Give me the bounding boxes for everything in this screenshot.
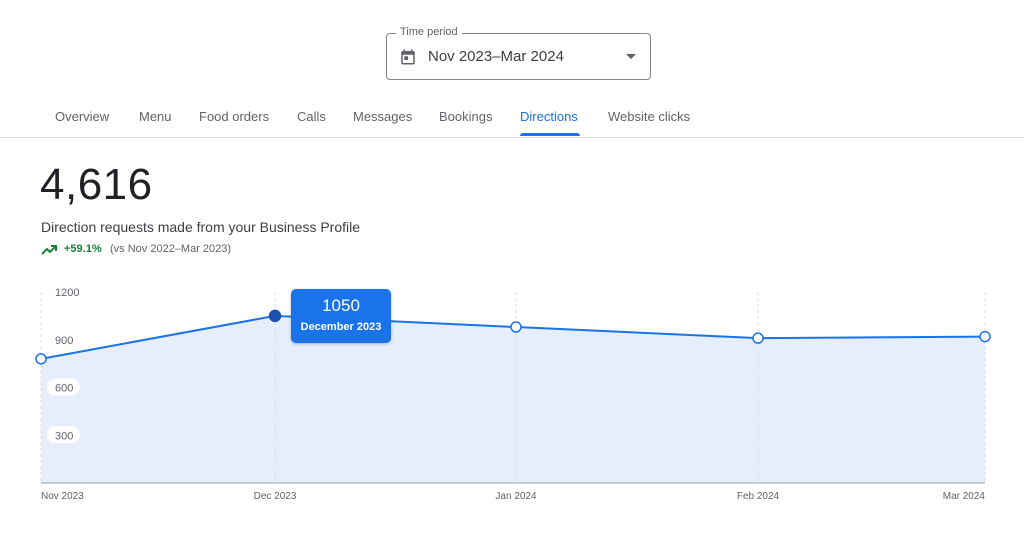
tab-bookings[interactable]: Bookings: [439, 109, 492, 124]
metric-description: Direction requests made from your Busine…: [41, 219, 361, 235]
chart-tooltip: 1050 December 2023: [291, 289, 391, 343]
time-period-select[interactable]: Time period Nov 2023–Mar 2024: [386, 26, 651, 80]
time-period-value: Nov 2023–Mar 2024: [428, 48, 564, 65]
tab-messages[interactable]: Messages: [353, 109, 412, 124]
x-tick-label-1: Dec 2023: [254, 491, 297, 502]
calendar-icon: [401, 49, 415, 65]
chevron-down-icon[interactable]: [626, 54, 636, 59]
tab-directions[interactable]: Directions: [520, 109, 578, 124]
x-tick-label-4: Mar 2024: [943, 491, 986, 502]
tab-website-clicks[interactable]: Website clicks: [608, 109, 690, 124]
x-tick-label-2: Jan 2024: [495, 491, 537, 502]
tooltip-label: December 2023: [300, 321, 382, 333]
x-tick-label-0: Nov 2023: [41, 491, 84, 502]
y-tick-label-900: 900: [55, 335, 73, 347]
y-tick-label-300: 300: [55, 430, 73, 442]
data-point-2: [510, 321, 522, 333]
directions-chart: 300 600 900 1200 Nov 2023 Dec 2023 Jan 2024 Feb…: [35, 283, 991, 502]
metric-comparison: (vs Nov 2022–Mar 2023): [110, 243, 232, 255]
chart-area: [41, 315, 985, 483]
data-point-0: [35, 353, 47, 365]
x-tick-label-3: Feb 2024: [737, 491, 780, 502]
y-tick-label-1200: 1200: [55, 287, 79, 299]
trending-up-icon: [41, 245, 57, 255]
tab-food-orders[interactable]: Food orders: [199, 109, 269, 124]
tab-overview[interactable]: Overview: [55, 109, 109, 124]
data-point-1: [268, 309, 282, 323]
data-point-4: [979, 330, 991, 343]
tab-calls[interactable]: Calls: [297, 109, 326, 124]
metric-total: 4,616: [40, 160, 153, 209]
tooltip-value: 1050: [322, 296, 360, 315]
data-point-3: [752, 332, 764, 344]
metric-change: +59.1%: [64, 243, 102, 255]
tab-bar: Overview Menu Food orders Calls Messages…: [0, 96, 1024, 138]
tab-menu[interactable]: Menu: [139, 109, 172, 124]
active-tab-indicator: [520, 133, 580, 136]
y-tick-label-600: 600: [55, 383, 73, 395]
time-period-legend: Time period: [396, 26, 462, 38]
page: Time period Nov 2023–Mar 2024 Overview M…: [0, 0, 1024, 536]
